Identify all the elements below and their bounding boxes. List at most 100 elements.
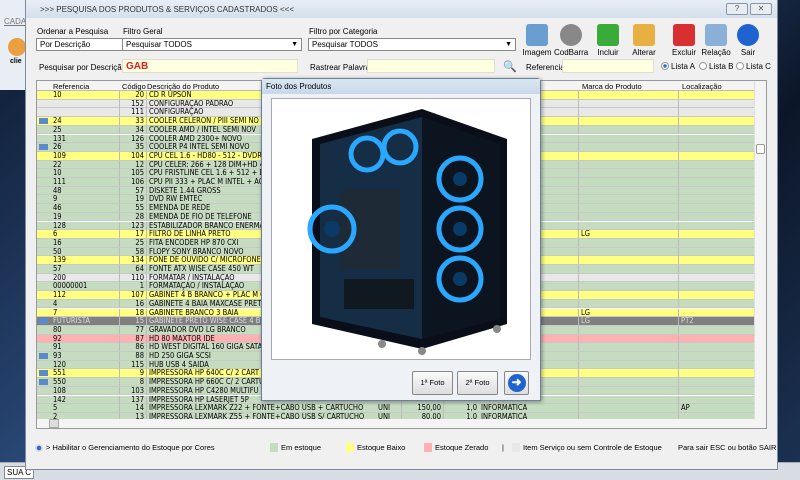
next-photo-button[interactable]: ➜ xyxy=(504,371,529,395)
cell-brand xyxy=(579,186,679,195)
toolbar-label: Alterar xyxy=(632,48,656,57)
general-filter-value: Pesquisar TODOS xyxy=(126,40,192,49)
cell-location xyxy=(679,169,755,178)
cell-location xyxy=(679,395,755,404)
toolbar-excluir-button[interactable]: Excluir xyxy=(667,24,701,57)
photo-icon xyxy=(37,378,51,386)
cell-location xyxy=(679,282,755,291)
toolbar-imagem-button[interactable]: Imagem xyxy=(520,24,554,57)
cell-brand xyxy=(579,204,679,213)
col-descricao[interactable]: Descrição do Produto xyxy=(147,82,219,91)
cell-ref: 139 xyxy=(51,256,120,265)
help-button[interactable]: ? xyxy=(726,3,748,15)
cell-ref: 111 xyxy=(51,178,120,186)
legend-label: Estoque Zerado xyxy=(435,443,489,452)
cell-location xyxy=(679,325,755,334)
legend-label: Estoque Baixo xyxy=(357,443,406,452)
radio-lista-b[interactable]: Lista B xyxy=(699,62,733,71)
scrollbar-thumb[interactable] xyxy=(756,144,765,154)
first-photo-button[interactable]: 1ª Foto xyxy=(412,371,453,395)
cell-location xyxy=(679,117,755,126)
desc-search-input[interactable]: GAB xyxy=(122,59,298,73)
cell-brand xyxy=(579,291,679,300)
toolbar-relação-button[interactable]: Relação xyxy=(699,24,733,57)
cell-location xyxy=(679,186,755,195)
row-marker xyxy=(37,343,51,351)
row-marker xyxy=(37,300,51,308)
col-codigo[interactable]: Código xyxy=(122,82,146,91)
vertical-scrollbar[interactable] xyxy=(754,81,766,421)
cell-ref: 57 xyxy=(51,265,120,273)
table-row[interactable]: 5 14 IMPRESSORA LEXMARK Z22 + FONTE+CABO U… xyxy=(37,404,755,413)
toolbar-sair-button[interactable]: Sair xyxy=(731,24,765,57)
cell-code: 20 xyxy=(120,91,147,99)
photo-icon xyxy=(37,143,51,151)
row-marker xyxy=(37,361,51,369)
color-toggle-label: > Habilitar o Gerenciamento do Estoque p… xyxy=(46,443,215,452)
background-menu[interactable]: CADA xyxy=(4,17,26,26)
cell-ref: 26 xyxy=(51,143,120,152)
cell-price: 150,00 xyxy=(402,404,444,413)
col-localizacao[interactable]: Localização xyxy=(682,82,722,91)
cell-location xyxy=(679,291,755,300)
col-referencia[interactable]: Referencia xyxy=(53,82,89,91)
scrollbar-thumb[interactable] xyxy=(49,419,59,428)
search-icon[interactable]: 🔍 xyxy=(503,60,517,73)
category-filter-value: Pesquisar TODOS xyxy=(312,40,378,49)
pc-case-image xyxy=(307,109,507,355)
photo-icon xyxy=(37,117,51,125)
cell-location xyxy=(679,178,755,186)
cell-ref: 7 xyxy=(51,308,120,317)
cell-location: PT2 xyxy=(679,317,755,326)
cell-ref: 128 xyxy=(51,221,120,230)
category-filter-select[interactable]: Pesquisar TODOS ▼ xyxy=(308,38,516,51)
cell-ref: 112 xyxy=(51,291,120,300)
col-marca[interactable]: Marca do Produto xyxy=(582,82,642,91)
toolbar-codbarra-button[interactable]: CodBarra xyxy=(554,24,588,57)
cell-brand xyxy=(579,325,679,334)
cell-code: 106 xyxy=(120,178,147,186)
radio-lista-a[interactable]: Lista A xyxy=(661,62,695,71)
title-bar: >>> PESQUISA DOS PRODUTOS & SERVIÇOS CAD… xyxy=(26,0,777,18)
color-toggle[interactable]: > Habilitar o Gerenciamento do Estoque p… xyxy=(35,443,215,452)
cell-ref xyxy=(51,108,120,117)
second-photo-button[interactable]: 2ª Foto xyxy=(457,371,498,395)
cell-code: 18 xyxy=(120,308,147,317)
words-input[interactable] xyxy=(367,59,495,73)
row-marker xyxy=(37,161,51,169)
toolbar-incluir-button[interactable]: Incluir xyxy=(591,24,625,57)
chevron-down-icon: ▼ xyxy=(291,41,298,48)
cell-code: 14 xyxy=(120,404,147,413)
cell-ref: 00000001 xyxy=(51,282,120,291)
cell-code: 134 xyxy=(120,256,147,265)
cell-location xyxy=(679,299,755,308)
row-marker xyxy=(37,152,51,160)
cell-code: 111 xyxy=(120,108,147,117)
cell-ref: 550 xyxy=(51,378,120,387)
cell-ref: 10 xyxy=(51,91,120,99)
client-icon[interactable] xyxy=(8,38,26,56)
delete-icon xyxy=(673,24,695,46)
row-marker xyxy=(37,222,51,230)
cell-brand xyxy=(579,378,679,387)
toolbar-alterar-button[interactable]: Alterar xyxy=(627,24,661,57)
cell-code: 126 xyxy=(120,134,147,143)
cell-location xyxy=(679,160,755,169)
cell-location xyxy=(679,143,755,152)
cell-location xyxy=(679,273,755,282)
close-button[interactable]: ✕ xyxy=(750,3,772,15)
cell-location xyxy=(679,99,755,108)
cell-ref: 9 xyxy=(51,195,120,204)
cell-code: 16 xyxy=(120,299,147,308)
radio-lista-c[interactable]: Lista C xyxy=(736,62,771,71)
horizontal-scrollbar[interactable] xyxy=(37,419,766,428)
product-photo xyxy=(271,98,531,360)
legend-service: Item Serviço ou sem Controle de Estoque xyxy=(512,443,662,452)
radio-label: Lista C xyxy=(746,62,771,71)
reference-input[interactable] xyxy=(562,59,654,73)
client-label: clie xyxy=(10,58,22,65)
row-marker xyxy=(37,91,51,99)
general-filter-select[interactable]: Pesquisar TODOS ▼ xyxy=(122,38,302,51)
barcode-icon xyxy=(560,24,582,46)
cell-ref: 142 xyxy=(51,395,120,404)
